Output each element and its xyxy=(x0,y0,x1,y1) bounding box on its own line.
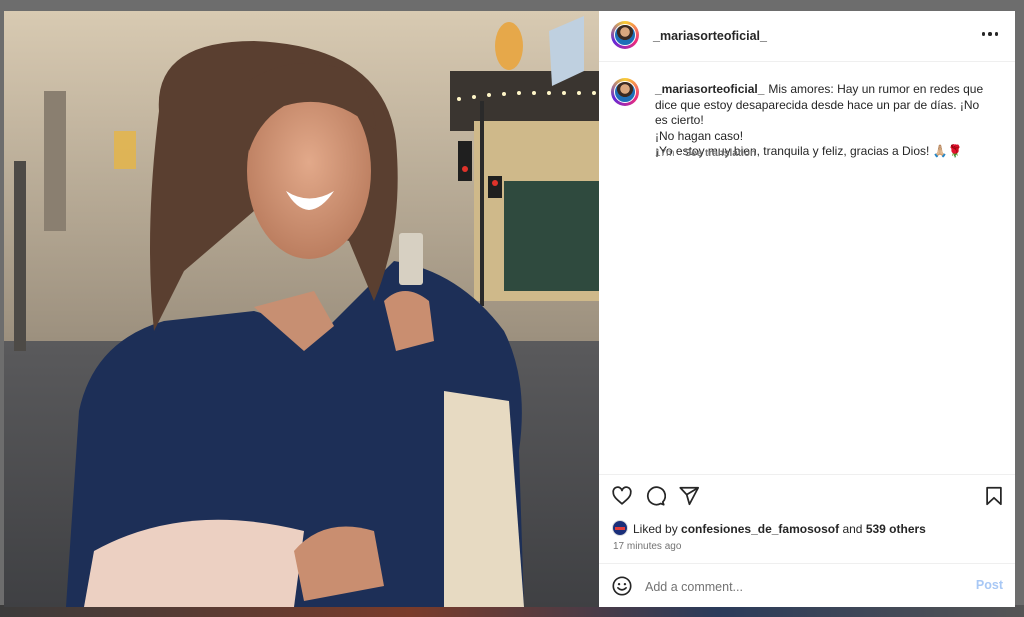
liked-by-user-link[interactable]: confesiones_de_famososof xyxy=(681,522,839,536)
caption-line-1: _mariasorteoficial_ Mis amores: Hay un ru… xyxy=(655,82,995,129)
post-timestamp[interactable]: 17 minutes ago xyxy=(613,541,681,552)
see-translation-link[interactable]: See translation xyxy=(684,148,756,159)
liked-by-and: and xyxy=(842,522,863,536)
caption-username[interactable]: _mariasorteoficial_ xyxy=(655,82,764,96)
more-options-icon[interactable] xyxy=(979,25,1001,43)
caption-line-2: ¡No hagan caso! xyxy=(655,128,744,143)
caption-meta: 17m See translation xyxy=(655,148,756,159)
comment-bar: Post xyxy=(599,563,1015,608)
author-username[interactable]: _mariasorteoficial_ xyxy=(653,29,767,43)
heart-icon[interactable] xyxy=(611,485,633,507)
comment-input[interactable] xyxy=(645,578,965,596)
bookmark-icon[interactable] xyxy=(983,485,1005,507)
post-comment-button[interactable]: Post xyxy=(976,578,1003,592)
caption-avatar[interactable] xyxy=(611,78,639,106)
liker-avatar[interactable] xyxy=(612,520,628,536)
caption-age: 17m xyxy=(655,148,675,159)
post-photo xyxy=(4,11,599,607)
likes-summary: Liked by confesiones_de_famososof and 53… xyxy=(633,522,926,536)
author-avatar[interactable] xyxy=(611,21,639,49)
paper-plane-icon[interactable] xyxy=(678,485,700,507)
liked-by-prefix: Liked by xyxy=(633,522,678,536)
smiley-icon[interactable] xyxy=(611,575,633,597)
comment-bubble-icon[interactable] xyxy=(644,485,666,507)
likes-others-link[interactable]: 539 others xyxy=(866,522,926,536)
post-header: _mariasorteoficial_ xyxy=(599,11,1015,62)
post-details-panel: _mariasorteoficial_ _mariasorteoficial_ M… xyxy=(599,11,1015,607)
